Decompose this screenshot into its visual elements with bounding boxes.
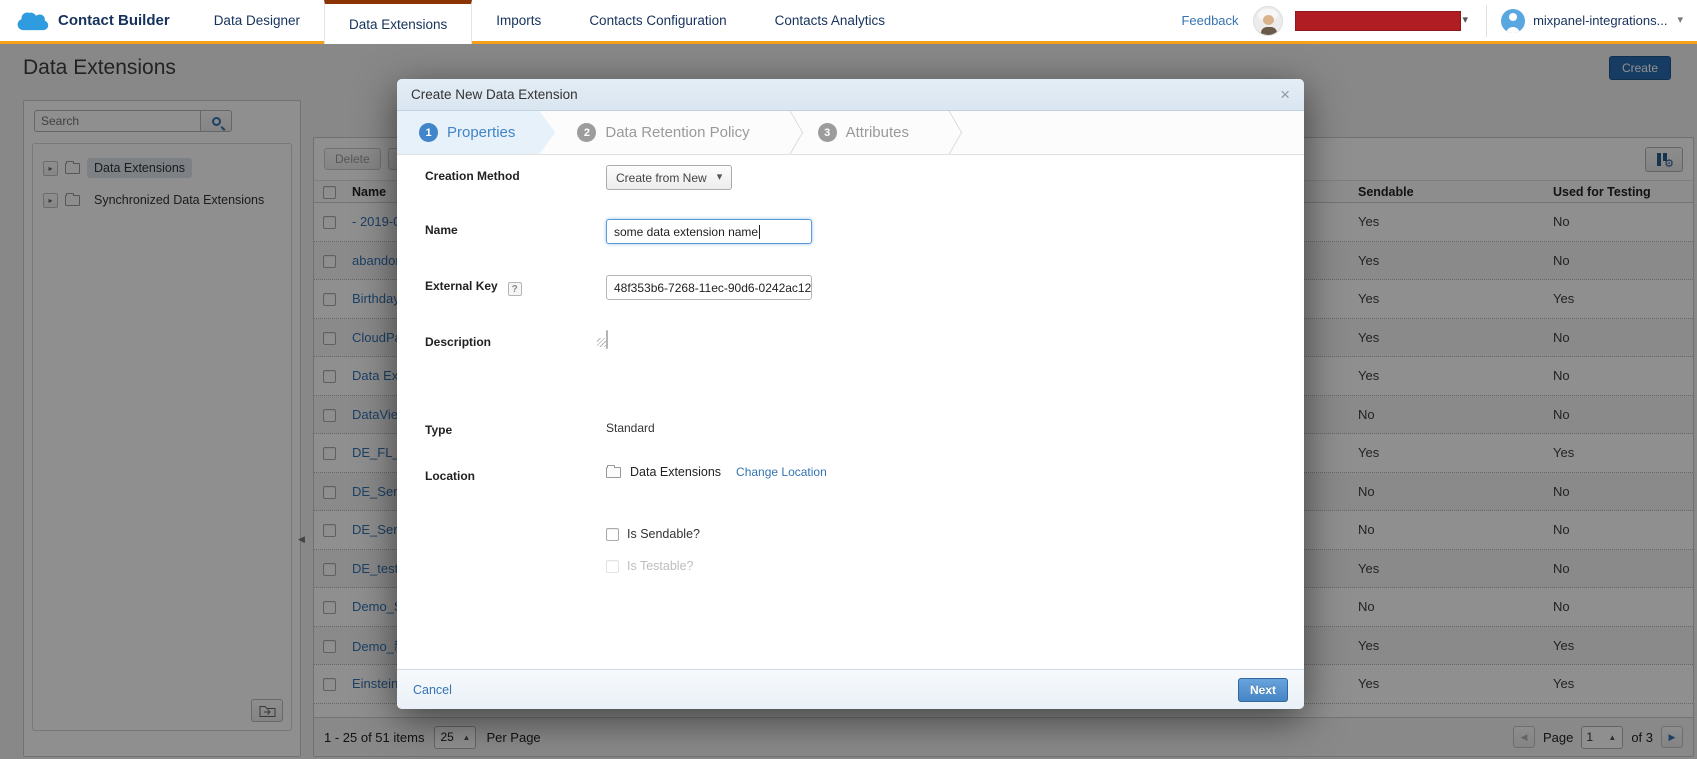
type-value: Standard xyxy=(606,417,655,435)
name-label: Name xyxy=(425,223,458,237)
modal-header: Create New Data Extension xyxy=(397,79,1304,111)
step-label: Properties xyxy=(447,124,515,141)
nav-item-contacts-analytics[interactable]: Contacts Analytics xyxy=(751,0,909,41)
step-separator-icon xyxy=(780,111,796,154)
name-input-value: some data extension name xyxy=(614,225,758,239)
step-number: 3 xyxy=(818,123,837,142)
nav-right: Feedback mixpanel-integrations... xyxy=(1181,5,1697,37)
nav-item-imports[interactable]: Imports xyxy=(472,0,565,41)
is-sendable-row: Is Sendable? xyxy=(606,527,700,541)
nav-item-data-extensions[interactable]: Data Extensions xyxy=(324,0,472,44)
wizard-steps: 1 Properties 2 Data Retention Policy 3 A… xyxy=(397,111,1304,155)
feedback-link[interactable]: Feedback xyxy=(1181,13,1238,28)
modal-footer: Cancel Next xyxy=(397,669,1304,709)
step-number: 1 xyxy=(419,123,438,142)
einstein-avatar[interactable] xyxy=(1253,6,1283,36)
is-sendable-checkbox[interactable] xyxy=(606,528,619,541)
description-label: Description xyxy=(425,335,491,349)
name-input[interactable]: some data extension name xyxy=(606,219,812,244)
is-testable-checkbox xyxy=(606,560,619,573)
location-label: Location xyxy=(425,469,475,483)
is-testable-label: Is Testable? xyxy=(627,559,693,573)
creation-method-value: Create from New xyxy=(616,171,707,185)
app-title: Contact Builder xyxy=(58,12,170,29)
nav-item-data-designer[interactable]: Data Designer xyxy=(190,0,324,41)
nav-item-contacts-configuration[interactable]: Contacts Configuration xyxy=(565,0,750,41)
is-sendable-label: Is Sendable? xyxy=(627,527,700,541)
folder-icon xyxy=(606,467,621,478)
creation-method-label: Creation Method xyxy=(425,169,520,183)
next-button[interactable]: Next xyxy=(1238,678,1288,702)
cancel-button[interactable]: Cancel xyxy=(413,683,452,697)
step-properties[interactable]: 1 Properties xyxy=(397,111,555,154)
salesforce-cloud-icon xyxy=(16,9,50,33)
account-name[interactable]: mixpanel-integrations... xyxy=(1533,13,1667,28)
chevron-down-icon[interactable] xyxy=(1463,15,1469,26)
step-data-retention-policy[interactable]: 2 Data Retention Policy xyxy=(555,111,779,154)
step-label: Attributes xyxy=(846,124,909,141)
top-nav: Contact Builder Data Designer Data Exten… xyxy=(0,0,1697,44)
text-cursor xyxy=(759,225,760,239)
brand: Contact Builder xyxy=(0,9,190,33)
user-avatar-icon[interactable] xyxy=(1501,9,1525,33)
redacted-account-selector[interactable] xyxy=(1295,11,1461,31)
creation-method-dropdown[interactable]: Create from New xyxy=(606,165,732,190)
close-icon[interactable] xyxy=(1280,86,1290,103)
account-chevron-down-icon[interactable] xyxy=(1677,15,1683,26)
type-label: Type xyxy=(425,423,452,437)
change-location-link[interactable]: Change Location xyxy=(736,465,827,479)
description-textarea[interactable] xyxy=(606,330,608,349)
nav-divider xyxy=(1486,5,1487,37)
step-number: 2 xyxy=(577,123,596,142)
step-attributes[interactable]: 3 Attributes xyxy=(796,111,939,154)
location-value: Data Extensions xyxy=(630,465,721,479)
external-key-value: 48f353b6-7268-11ec-90d6-0242ac1200 xyxy=(614,281,812,295)
modal-title: Create New Data Extension xyxy=(411,87,578,102)
external-key-label: External Key? xyxy=(425,279,522,296)
create-data-extension-modal: Create New Data Extension 1 Properties 2… xyxy=(397,79,1304,709)
help-icon[interactable]: ? xyxy=(508,282,522,296)
step-separator-icon xyxy=(939,111,955,154)
external-key-input[interactable]: 48f353b6-7268-11ec-90d6-0242ac1200 xyxy=(606,275,812,300)
step-label: Data Retention Policy xyxy=(605,124,749,141)
chevron-down-icon xyxy=(717,172,723,183)
is-testable-row: Is Testable? xyxy=(606,559,693,573)
modal-body: Creation Method Create from New Name som… xyxy=(397,155,1304,669)
